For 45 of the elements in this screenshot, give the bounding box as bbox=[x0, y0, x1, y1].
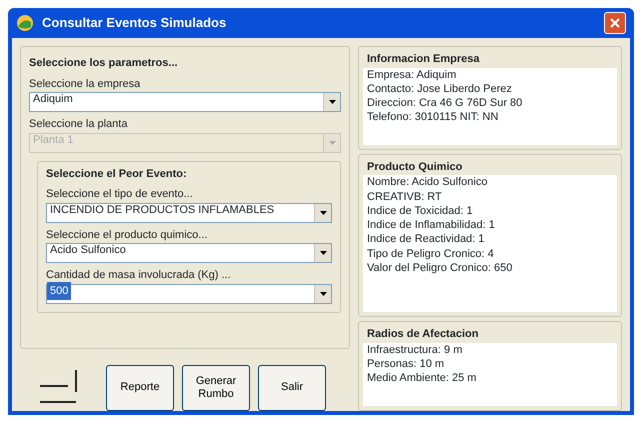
panel-title: Informacion Empresa bbox=[366, 52, 480, 67]
close-button[interactable] bbox=[604, 12, 626, 34]
field-value: Acido Sulfonico bbox=[49, 243, 127, 258]
info-line: Direccion: Cra 46 G 76D Sur 80 bbox=[367, 96, 524, 110]
info-line: CREATIVB: RT bbox=[367, 190, 443, 204]
dropdown-arrow-icon bbox=[320, 292, 326, 296]
field-label: Seleccione la planta bbox=[29, 117, 128, 132]
dropdown-arrow-icon bbox=[320, 251, 326, 255]
push-button[interactable]: Reporte bbox=[106, 365, 174, 411]
field-value: Planta 1 bbox=[32, 132, 74, 148]
panel-title: Radios de Afectacion bbox=[366, 327, 480, 342]
info-line: Indice de Inflamabilidad: 1 bbox=[367, 218, 496, 232]
dropdown-field[interactable]: Adiquim bbox=[29, 92, 341, 112]
info-line: Valor del Peligro Cronico: 650 bbox=[367, 261, 514, 276]
app-icon bbox=[16, 14, 34, 32]
dropdown-field[interactable]: 500 bbox=[46, 284, 332, 304]
field-label: Seleccione el tipo de evento... bbox=[46, 187, 194, 202]
push-button[interactable]: Generar Rumbo bbox=[182, 365, 250, 411]
info-line: Medio Ambiente: 25 m bbox=[367, 371, 478, 386]
field-value: INCENDIO DE PRODUCTOS INFLAMABLES bbox=[49, 202, 276, 218]
dropdown-field[interactable]: INCENDIO DE PRODUCTOS INFLAMABLES bbox=[46, 202, 332, 222]
dropdown-arrow-icon bbox=[328, 100, 336, 104]
field-label: Seleccione el producto quimico... bbox=[46, 228, 208, 242]
info-line: Nombre: Acido Sulfonico bbox=[367, 175, 488, 190]
field-label: Cantidad de masa involucrada (Kg) ... bbox=[46, 268, 232, 283]
info-line: Empresa: Adiquim bbox=[367, 68, 458, 82]
info-line: Indice de Toxicidad: 1 bbox=[367, 204, 474, 218]
window-title: Consultar Eventos Simulados bbox=[42, 14, 228, 32]
dropdown-arrow-icon bbox=[320, 210, 326, 214]
close-icon bbox=[609, 17, 621, 29]
group-title: Seleccione el Peor Evento: bbox=[46, 166, 188, 182]
push-button[interactable]: Salir bbox=[258, 365, 326, 411]
info-line: Telefono: 3010115 NIT: NN bbox=[367, 110, 500, 125]
info-line: Tipo de Peligro Cronico: 4 bbox=[367, 246, 495, 261]
field-value: Adiquim bbox=[32, 92, 74, 108]
field-label: Seleccione la empresa bbox=[29, 76, 142, 92]
info-line: Infraestructura: 9 m bbox=[367, 342, 464, 358]
info-line: Indice de Reactividad: 1 bbox=[367, 232, 486, 247]
group-title: Seleccione los parametros... bbox=[29, 56, 179, 71]
field-value: 500 bbox=[47, 282, 72, 300]
info-line: Personas: 10 m bbox=[367, 357, 446, 372]
dropdown-field[interactable]: Acido Sulfonico bbox=[46, 243, 332, 263]
dropdown-arrow-icon bbox=[328, 140, 336, 144]
info-line: Contacto: Jose Liberdo Perez bbox=[367, 82, 513, 96]
panel-title: Producto Quimico bbox=[366, 160, 464, 175]
